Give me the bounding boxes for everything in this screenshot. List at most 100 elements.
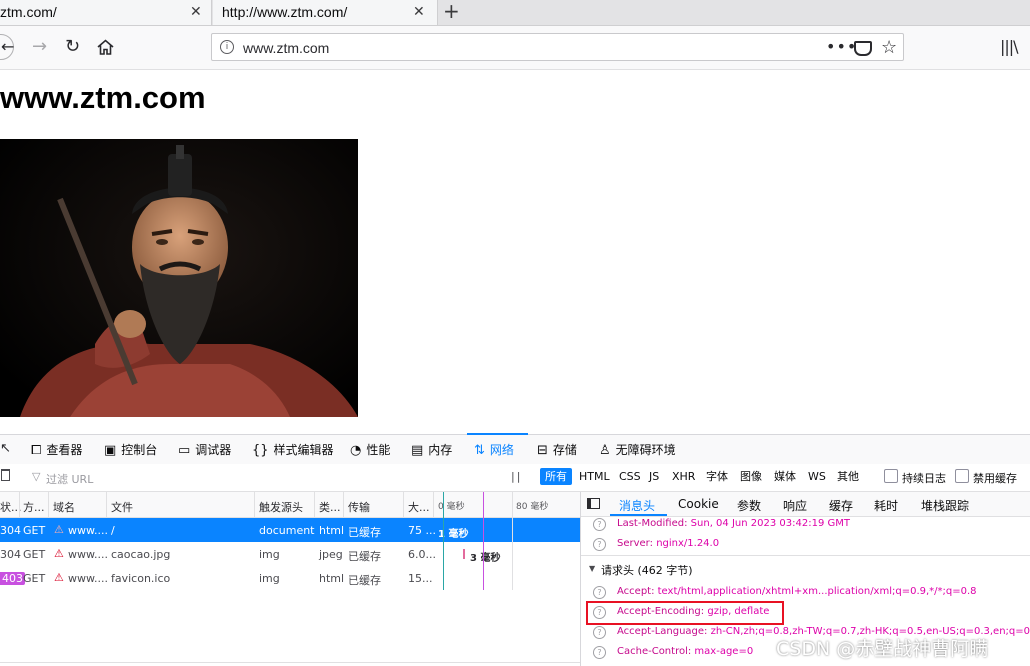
network-icon: ⇅ — [474, 443, 485, 458]
help-icon[interactable]: ? — [593, 586, 606, 599]
type: html — [319, 524, 345, 537]
sidebar-toggle-icon[interactable] — [587, 498, 600, 509]
filter-other[interactable]: 其他 — [832, 468, 864, 485]
tab-debugger[interactable]: ▭ 调试器 — [178, 441, 231, 458]
close-tab-icon[interactable]: ✕ — [190, 3, 202, 20]
tab-params[interactable]: 参数 — [737, 497, 761, 514]
tab-performance[interactable]: ◔ 性能 — [350, 441, 390, 458]
header-name: Accept-Language: — [617, 626, 708, 637]
pocket-icon[interactable] — [854, 41, 872, 56]
filter-media[interactable]: 媒体 — [769, 468, 801, 485]
help-icon[interactable]: ? — [593, 646, 606, 659]
transferred: 已缓存 — [348, 526, 381, 539]
browser-tab[interactable]: ztm.com/ ✕ — [0, 0, 212, 25]
method: GET — [23, 572, 46, 585]
filter-xhr[interactable]: XHR — [667, 468, 700, 485]
tab-network[interactable]: ⇅ 网络 — [474, 441, 514, 458]
persist-logs-checkbox[interactable] — [884, 469, 898, 483]
tab-label: 调试器 — [195, 443, 232, 457]
column-separator — [433, 492, 434, 517]
more-actions-icon[interactable]: ••• — [826, 37, 857, 56]
column-domain[interactable]: 域名 — [53, 499, 75, 515]
load-marker — [483, 492, 484, 590]
header-value: nginx/1.24.0 — [656, 538, 720, 549]
header-name: Accept: — [617, 586, 655, 597]
table-row[interactable]: 403 GET ⚠ www.... favicon.ico img html 已… — [0, 566, 580, 590]
table-row[interactable]: 304 GET ⚠ www.... / document html 已缓存 75… — [0, 518, 580, 542]
collapse-arrow-icon[interactable]: ▼ — [589, 564, 595, 573]
forward-arrow-icon[interactable]: → — [32, 36, 47, 57]
column-type[interactable]: 类... — [319, 499, 341, 515]
tab-console[interactable]: ▣ 控制台 — [104, 441, 157, 458]
tab-headers[interactable]: 消息头 — [619, 497, 655, 514]
filter-all[interactable]: 所有 — [540, 468, 572, 485]
star-icon[interactable]: ☆ — [881, 37, 897, 58]
file: / — [111, 524, 115, 537]
page-title: www.ztm.com — [0, 80, 206, 115]
insecure-icon: ⚠ — [54, 571, 64, 584]
tab-response[interactable]: 响应 — [783, 497, 807, 514]
accessibility-icon: ♙ — [599, 443, 611, 458]
tab-label: 内存 — [428, 443, 453, 457]
browser-tab[interactable]: http://www.ztm.com/ ✕ — [213, 0, 438, 25]
column-separator — [343, 492, 344, 517]
column-size[interactable]: 大... — [408, 499, 430, 515]
home-icon[interactable] — [97, 39, 114, 55]
filter-fonts[interactable]: 字体 — [701, 468, 733, 485]
help-icon[interactable]: ? — [593, 538, 606, 551]
filter-js[interactable]: JS — [644, 468, 664, 485]
element-picker-icon[interactable]: ↖ — [0, 441, 11, 456]
library-icon[interactable]: |||\ — [1000, 37, 1019, 56]
tab-style-editor[interactable]: {} 样式编辑器 — [252, 441, 334, 458]
panel-splitter[interactable] — [580, 492, 581, 666]
insecure-icon: ⚠ — [54, 547, 64, 560]
column-separator — [314, 492, 315, 517]
tab-cookies[interactable]: Cookie — [678, 497, 719, 511]
filter-css[interactable]: CSS — [614, 468, 646, 485]
close-tab-icon[interactable]: ✕ — [413, 3, 425, 20]
filter-images[interactable]: 图像 — [735, 468, 767, 485]
new-tab-icon[interactable]: + — [443, 0, 460, 22]
trash-icon[interactable] — [1, 469, 10, 481]
timeline-gridline — [512, 492, 513, 590]
domain: www.... — [68, 524, 108, 537]
header-name: Cache-Control: — [617, 646, 692, 657]
url-text[interactable]: www.ztm.com — [243, 40, 329, 56]
header-line: Cache-Control: max-age=0 — [617, 646, 753, 657]
tab-timings[interactable]: 耗时 — [874, 497, 898, 514]
help-icon[interactable]: ? — [593, 518, 606, 531]
timing-bar — [463, 549, 465, 559]
request-headers-title[interactable]: 请求头 (462 字节) — [601, 562, 693, 578]
column-method[interactable]: 方... — [23, 499, 45, 515]
tab-storage[interactable]: ⊟ 存储 — [537, 441, 577, 458]
memory-icon: ▤ — [411, 443, 424, 458]
tab-stack-trace[interactable]: 堆栈跟踪 — [921, 497, 969, 514]
tab-cache[interactable]: 缓存 — [829, 497, 853, 514]
transferred: 已缓存 — [348, 574, 381, 587]
timeline-tick-0: 0 毫秒 — [438, 502, 465, 512]
transferred: 已缓存 — [348, 550, 381, 563]
table-row[interactable]: 304 GET ⚠ www.... caocao.jpg img jpeg 已缓… — [0, 542, 580, 566]
column-cause[interactable]: 触发源头 — [259, 499, 303, 515]
storage-icon: ⊟ — [537, 443, 548, 458]
header-value: Sun, 04 Jun 2023 03:42:19 GMT — [690, 518, 850, 529]
filter-ws[interactable]: WS — [803, 468, 831, 485]
tab-label: 网络 — [489, 443, 514, 457]
method: GET — [23, 524, 46, 537]
help-icon[interactable]: ? — [593, 626, 606, 639]
column-file[interactable]: 文件 — [111, 499, 133, 515]
tab-accessibility[interactable]: ♙ 无障碍环境 — [599, 441, 676, 458]
filter-icon: ▽ — [32, 470, 41, 483]
disable-cache-checkbox[interactable] — [955, 469, 969, 483]
filter-url-input[interactable]: 过滤 URL — [46, 471, 93, 487]
filter-html[interactable]: HTML — [574, 468, 615, 485]
site-info-icon[interactable]: i — [220, 40, 234, 54]
tab-memory[interactable]: ▤ 内存 — [411, 441, 452, 458]
header-value: max-age=0 — [694, 646, 754, 657]
column-transferred[interactable]: 传输 — [348, 499, 370, 515]
pause-icon[interactable]: || — [511, 470, 522, 483]
tab-inspector[interactable]: ⧠ 查看器 — [31, 441, 82, 458]
tab-label: 存储 — [552, 443, 577, 457]
header-line: Last-Modified: Sun, 04 Jun 2023 03:42:19… — [617, 518, 850, 529]
reload-icon[interactable]: ↻ — [65, 36, 80, 57]
